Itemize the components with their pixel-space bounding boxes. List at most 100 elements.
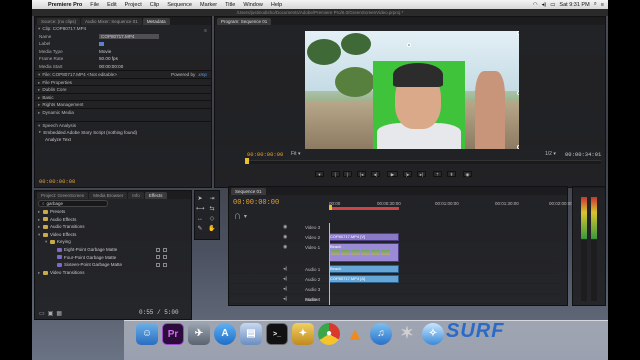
tab-sequence[interactable]: Sequence 01 xyxy=(231,188,266,195)
playhead-line[interactable] xyxy=(329,223,330,305)
selection-tool-icon[interactable]: ➤ xyxy=(196,195,204,203)
source-timecode[interactable]: 00:00:00:00 xyxy=(39,178,75,185)
track-select-tool-icon[interactable]: ⇥ xyxy=(208,195,216,203)
tab-effects[interactable]: Effects xyxy=(144,192,167,199)
menu-clip[interactable]: Clip xyxy=(146,2,163,8)
playhead-marker[interactable] xyxy=(329,205,332,210)
rate-stretch-tool-icon[interactable]: ↔ xyxy=(196,215,204,223)
razor-tool-icon[interactable]: ◇ xyxy=(208,215,216,223)
menu-window[interactable]: Window xyxy=(239,2,267,8)
clock-label[interactable]: Sat 9:31 PM xyxy=(559,2,589,8)
timeline-ruler[interactable]: 00:00 00:00:30:00 00:01:00:00 00:01:30:0… xyxy=(329,201,573,211)
effects-search-field[interactable]: ⌕ garbage xyxy=(38,200,108,207)
battery-icon[interactable]: ▭ xyxy=(550,2,555,8)
mark-out-button[interactable]: } xyxy=(343,171,352,177)
new-bin-icon[interactable]: ▭ xyxy=(39,310,45,317)
toolbox-icon[interactable]: ✦ xyxy=(292,323,314,345)
marker-button[interactable]: ▾ xyxy=(315,171,324,177)
disclosure-right-icon[interactable]: ▸ xyxy=(38,87,40,92)
clip-video-2[interactable]: COP80717.MP4 [V] xyxy=(329,233,399,241)
effects-folder[interactable]: ▾ Video Effects xyxy=(38,231,191,239)
vlc-icon[interactable]: ▲ xyxy=(344,323,366,345)
metadata-value[interactable]: COP80717.MP4 xyxy=(99,33,159,39)
step-forward-icon[interactable]: |▸ xyxy=(403,171,412,177)
clip-header[interactable]: ▾ Clip: COP80717.MP4 xyxy=(35,25,211,33)
clip-audio-2[interactable]: COP80717.MP4 [A] xyxy=(329,275,399,283)
effects-folder[interactable]: ▾ Keying xyxy=(38,238,191,246)
tab-program[interactable]: Program: Sequence 01 xyxy=(217,18,272,25)
step-back-icon[interactable]: ◂| xyxy=(371,171,380,177)
file-header[interactable]: ▾ File: COP80717.MP4 <Not editable> Powere… xyxy=(35,70,211,78)
go-to-in-icon[interactable]: |◂ xyxy=(357,171,366,177)
snap-icon[interactable]: ⋂ xyxy=(235,213,240,220)
effect-item[interactable]: Four-Point Garbage Matte xyxy=(38,254,191,262)
section-file-properties[interactable]: ▸ File Properties xyxy=(35,77,211,86)
effects-folder[interactable]: ▸ Audio Transitions xyxy=(38,223,191,231)
fit-dropdown[interactable]: Fit ▾ xyxy=(291,151,300,157)
label-swatch[interactable] xyxy=(99,41,104,46)
new-item-icon[interactable]: ▣ xyxy=(48,310,54,317)
add-marker-icon[interactable]: ▾ xyxy=(244,213,247,220)
lift-button[interactable]: ⇡ xyxy=(433,171,442,177)
clip-audio-1[interactable]: Beach xyxy=(329,265,399,273)
disclosure-right-icon[interactable]: ▸ xyxy=(38,80,40,85)
itunes-icon[interactable]: ♫ xyxy=(370,323,392,345)
hand-tool-icon[interactable]: ✋ xyxy=(208,225,216,233)
menu-file[interactable]: File xyxy=(86,2,103,8)
chrome-icon[interactable]: ● xyxy=(318,323,340,345)
extract-button[interactable]: ⇞ xyxy=(447,171,456,177)
preview-icon[interactable]: ▤ xyxy=(240,323,262,345)
effects-folder[interactable]: ▸ Video Transitions xyxy=(38,269,191,277)
effect-item[interactable]: Sixteen-Point Garbage Matte xyxy=(38,261,191,269)
disclosure-down-icon[interactable]: ▾ xyxy=(38,123,40,128)
disclosure-right-icon[interactable]: ▸ xyxy=(38,102,40,107)
section-dynamic-media[interactable]: ▸ Dynamic Media xyxy=(35,107,211,116)
eye-icon[interactable]: ◉ xyxy=(283,233,287,242)
menu-title[interactable]: Title xyxy=(221,2,239,8)
tab-source[interactable]: Source: (no clips) xyxy=(37,18,81,25)
timeline-timecode[interactable]: 00:00:00:00 xyxy=(233,199,279,207)
clip-video-1[interactable]: Beach xyxy=(329,243,399,262)
menu-project[interactable]: Project xyxy=(121,2,146,8)
notification-icon[interactable]: ≡ xyxy=(601,2,604,8)
resolution-dropdown[interactable]: 1/2 ▾ xyxy=(545,151,556,157)
playhead-marker[interactable] xyxy=(245,158,249,164)
ripple-edit-tool-icon[interactable]: ⟷ xyxy=(196,205,205,213)
speaker-icon[interactable]: ◂) xyxy=(283,285,287,294)
section-basic[interactable]: ▸ Basic xyxy=(35,92,211,101)
section-rights-management[interactable]: ▸ Rights Management xyxy=(35,100,211,108)
tab-info[interactable]: Info xyxy=(128,192,144,199)
disclosure-right-icon[interactable]: ▸ xyxy=(39,129,41,135)
disclosure-right-icon[interactable]: ▸ xyxy=(38,110,40,115)
premiere-pro-icon[interactable]: Pr xyxy=(162,323,184,345)
menu-edit[interactable]: Edit xyxy=(103,2,120,8)
menu-help[interactable]: Help xyxy=(267,2,286,8)
export-frame-icon[interactable]: ◉ xyxy=(463,171,472,177)
analyze-text-button[interactable]: Analyze Text xyxy=(35,136,211,144)
disclosure-right-icon[interactable]: ▸ xyxy=(38,95,40,100)
transform-handle[interactable] xyxy=(517,91,519,95)
finder-icon[interactable]: ☺ xyxy=(136,323,158,345)
eye-icon[interactable]: ◉ xyxy=(283,223,287,232)
play-button[interactable]: ▶ xyxy=(387,171,398,177)
terminal-icon[interactable]: >_ xyxy=(266,323,288,345)
app-store-icon[interactable]: A xyxy=(214,323,236,345)
program-time-ruler[interactable] xyxy=(245,160,601,164)
wifi-icon[interactable]: ◠ xyxy=(533,2,538,8)
program-video-frame[interactable] xyxy=(305,31,519,149)
safari-icon[interactable]: ✧ xyxy=(422,323,444,345)
menu-marker[interactable]: Marker xyxy=(196,2,221,8)
tab-media-browser[interactable]: Media Browser xyxy=(89,192,128,199)
transform-handle[interactable] xyxy=(517,145,519,149)
volume-icon[interactable]: ◂) xyxy=(542,2,547,8)
program-timecode-in[interactable]: 00:00:00:00 xyxy=(247,151,283,158)
effects-folder[interactable]: ▸ Presets xyxy=(38,208,191,216)
menu-app-name[interactable]: Premiere Pro xyxy=(44,2,86,8)
transform-handle[interactable] xyxy=(517,31,519,35)
launchpad-icon[interactable]: ✈ xyxy=(188,323,210,345)
menu-sequence[interactable]: Sequence xyxy=(163,2,196,8)
effect-item[interactable]: Eight-Point Garbage Matte xyxy=(38,246,191,254)
speaker-icon[interactable]: ◂) xyxy=(283,265,287,274)
tab-audio-mixer[interactable]: Audio Mixer: Sequence 01 xyxy=(81,18,142,25)
eye-icon[interactable]: ◉ xyxy=(283,243,287,252)
